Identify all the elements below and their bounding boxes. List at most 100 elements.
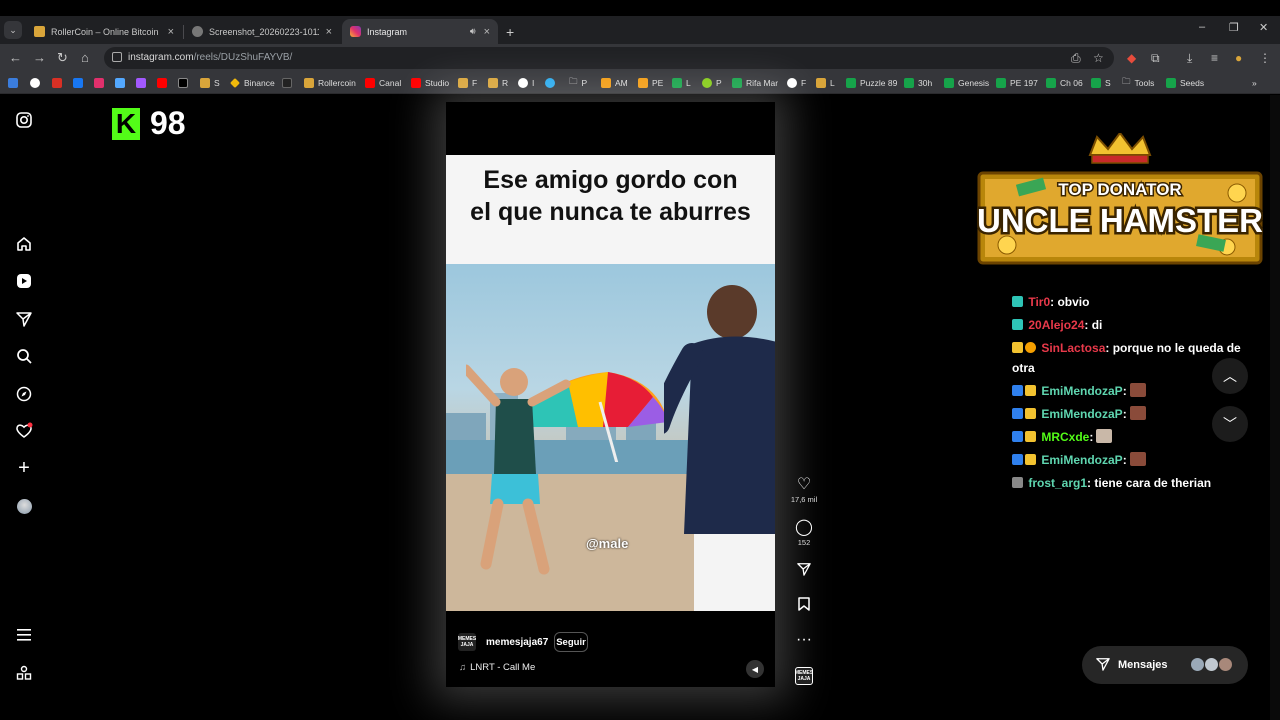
instagram-logo-icon[interactable] [15,111,33,129]
bookmark-canal[interactable]: Canal [365,77,401,89]
bookmark-icon-only[interactable] [30,77,44,89]
bookmark-icon-only[interactable] [282,77,296,89]
bookmark-icon-only[interactable] [94,77,108,89]
folder-icon: 🗀︎ [569,76,578,86]
bookmark-i[interactable]: I [518,77,534,89]
bookmark-folder-p[interactable]: 🗀︎ P [569,76,587,89]
volume-icon[interactable]: ◀︎ [746,660,764,678]
bookmark-icon-only[interactable] [52,77,66,89]
close-window-icon[interactable]: ✕ [1259,21,1268,34]
avatar [1218,657,1233,672]
tab-rollercoin[interactable]: RollerCoin – Online Bitcoin Min × [26,19,182,44]
restore-icon[interactable]: ❐ [1229,21,1239,34]
previous-reel-button[interactable]: ︿ [1212,358,1248,394]
profile-icon[interactable]: ● [1235,51,1242,65]
also-from-meta-icon[interactable] [15,664,33,682]
tab-strip: ⌄ RollerCoin – Online Bitcoin Min × Scre… [0,16,1280,44]
save-button[interactable] [786,597,822,616]
messages-button[interactable]: Mensajes [1082,646,1248,684]
account-avatar[interactable]: MEMES JAJA [458,633,476,651]
comment-button[interactable]: ◯ 152 [786,519,822,547]
audio-avatar[interactable]: MEMES JAJA [795,667,813,685]
site-info-icon[interactable] [112,52,122,62]
minimize-icon[interactable]: – [1199,21,1205,33]
home-icon[interactable]: ⌂ [81,50,89,65]
bookmark-pe197[interactable]: PE 197 [996,77,1038,89]
follow-button[interactable]: Seguir [554,632,588,652]
bookmark-icon-only[interactable] [157,77,171,89]
bookmark-icon-only[interactable] [73,77,87,89]
bookmark-am[interactable]: AM [601,77,628,89]
direct-send-icon[interactable] [15,310,33,328]
more-bookmarks-icon[interactable]: » [1252,77,1257,89]
bookmark-30h[interactable]: 30h [904,77,932,89]
bookmark-folder-tools[interactable]: 🗀︎ Tools [1122,76,1154,89]
bookmark-seeds[interactable]: Seeds [1166,77,1204,89]
bookmark-l[interactable]: L [672,77,691,89]
close-tab-icon[interactable]: × [168,26,174,38]
reel-video[interactable]: @male [446,264,775,611]
bookmark-rifa-mar[interactable]: Rifa Mar [732,77,778,89]
download-icon[interactable]: ⤓ [1187,51,1192,66]
notifications-heart-icon[interactable] [15,422,33,440]
create-plus-icon[interactable]: + [15,457,33,479]
bookmark-studio[interactable]: Studio [411,77,449,89]
speaker-icon[interactable]: 🔊︎ [470,26,476,37]
bookmark-label: AM [615,78,628,88]
bookmark-genesis[interactable]: Genesis [944,77,989,89]
like-button[interactable]: ♡ 17,6 mil [786,476,822,504]
home-icon[interactable] [15,235,33,253]
extensions-puzzle-icon[interactable]: ⧉ [1151,51,1160,66]
back-icon[interactable]: ← [9,50,22,65]
bookmark-r[interactable]: R [488,77,508,89]
bookmark-p[interactable]: P [702,77,722,89]
rollercoin-favicon-icon [34,26,45,37]
chevron-down-icon: ﹀ [1223,416,1237,432]
url-host: instagram.com [128,52,194,63]
share-button[interactable] [786,562,822,581]
tab-instagram[interactable]: Instagram 🔊︎ × [342,19,498,44]
explore-compass-icon[interactable] [15,385,33,403]
bookmark-telegram[interactable] [545,77,559,89]
media-control-icon[interactable]: ≡ [1211,51,1218,65]
bookmark-ch06[interactable]: Ch 06 [1046,77,1083,89]
bookmark-s2[interactable]: S [1091,77,1111,89]
new-tab-button[interactable]: + [502,19,518,44]
bookmark-label: Rifa Mar [746,78,779,88]
search-icon[interactable] [15,347,33,365]
bookmark-puzzle[interactable]: Puzzle 89 [846,77,897,89]
reels-icon[interactable] [15,272,33,290]
more-menu-icon[interactable] [15,626,33,644]
bookmark-rollercoin[interactable]: Rollercoin [304,77,356,89]
menu-kebab-icon[interactable]: ⋮ [1259,51,1271,65]
bookmark-s[interactable]: S [200,77,220,89]
reload-icon[interactable]: ↻ [57,50,68,66]
close-tab-icon[interactable]: × [484,26,490,38]
bookmark-binance[interactable]: Binance [230,77,275,89]
bookmark-star-icon[interactable]: ☆ [1093,51,1104,65]
page-scrollbar[interactable] [1270,95,1280,720]
bookmark-f[interactable]: F [458,77,477,89]
account-name[interactable]: memesjaja67 [486,637,548,648]
tab-screenshot[interactable]: Screenshot_20260223-101116.j × [184,19,340,44]
address-bar[interactable]: instagram.com/reels/DUzShuFAYVB/ ⎙ ☆ [104,47,1114,69]
profile-avatar[interactable] [15,497,33,515]
bookmark-pe[interactable]: PE [638,77,663,89]
tab-search-button[interactable]: ⌄ [4,21,22,39]
bookmark-f2[interactable]: F [787,77,806,89]
reel-player[interactable]: Ese amigo gordo con el que nunca te abur… [446,102,775,687]
next-reel-button[interactable]: ﹀ [1212,406,1248,442]
bookmark-l2[interactable]: L [816,77,835,89]
bookmark-icon-only[interactable] [136,77,150,89]
song-info[interactable]: ♫ LNRT - Call Me [459,662,535,673]
more-options-button[interactable]: ··· [786,631,822,649]
bookmark-icon-only[interactable] [115,77,129,89]
bookmark-icon-only[interactable] [178,77,192,89]
close-tab-icon[interactable]: × [326,26,332,38]
extension-icon[interactable]: ◆ [1127,51,1136,65]
forward-icon[interactable]: → [33,50,46,65]
moderator-badge-icon [1012,430,1023,442]
bookmark-icon-only[interactable] [8,77,22,89]
install-app-icon[interactable]: ⎙ [1071,51,1081,66]
tab-title: RollerCoin – Online Bitcoin Min [51,26,161,37]
